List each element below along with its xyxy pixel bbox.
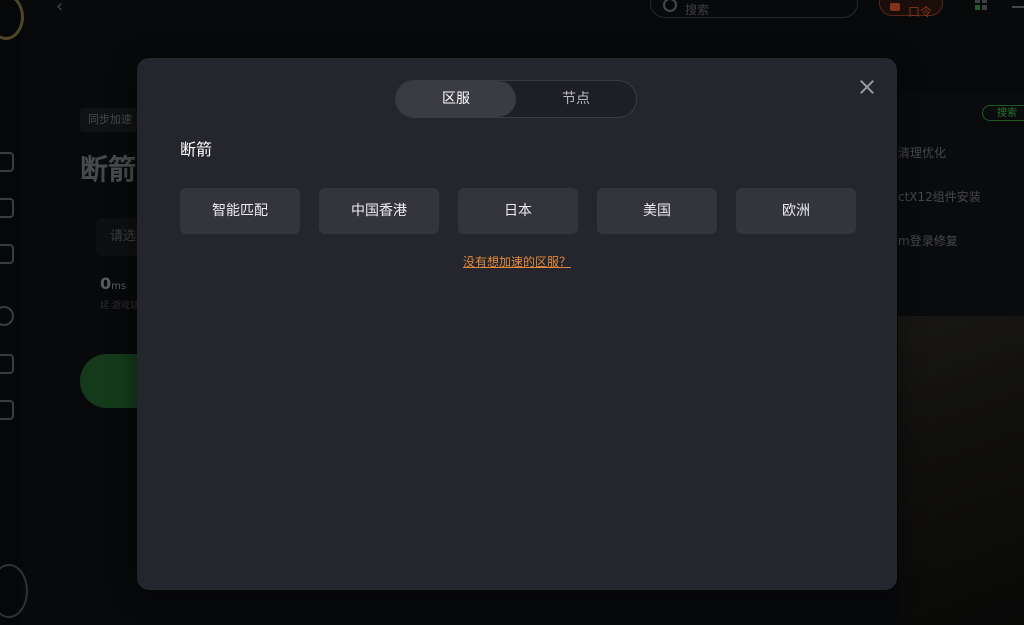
region-list: 智能匹配 中国香港 日本 美国 欧洲 <box>180 188 856 234</box>
tab-node[interactable]: 节点 <box>516 81 636 117</box>
region-button-europe[interactable]: 欧洲 <box>736 188 856 234</box>
game-name: 断箭 <box>180 140 213 159</box>
region-button-smart-match[interactable]: 智能匹配 <box>180 188 300 234</box>
region-button-japan[interactable]: 日本 <box>458 188 578 234</box>
region-select-modal: 区服 节点 断箭 智能匹配 中国香港 日本 美国 欧洲 没有想加速的区服？ <box>137 58 897 590</box>
region-button-hong-kong[interactable]: 中国香港 <box>319 188 439 234</box>
tab-region[interactable]: 区服 <box>396 81 516 117</box>
missing-region-link[interactable]: 没有想加速的区服？ <box>137 253 897 270</box>
close-icon[interactable] <box>858 78 876 96</box>
tab-switcher: 区服 节点 <box>395 80 637 118</box>
region-button-usa[interactable]: 美国 <box>597 188 717 234</box>
